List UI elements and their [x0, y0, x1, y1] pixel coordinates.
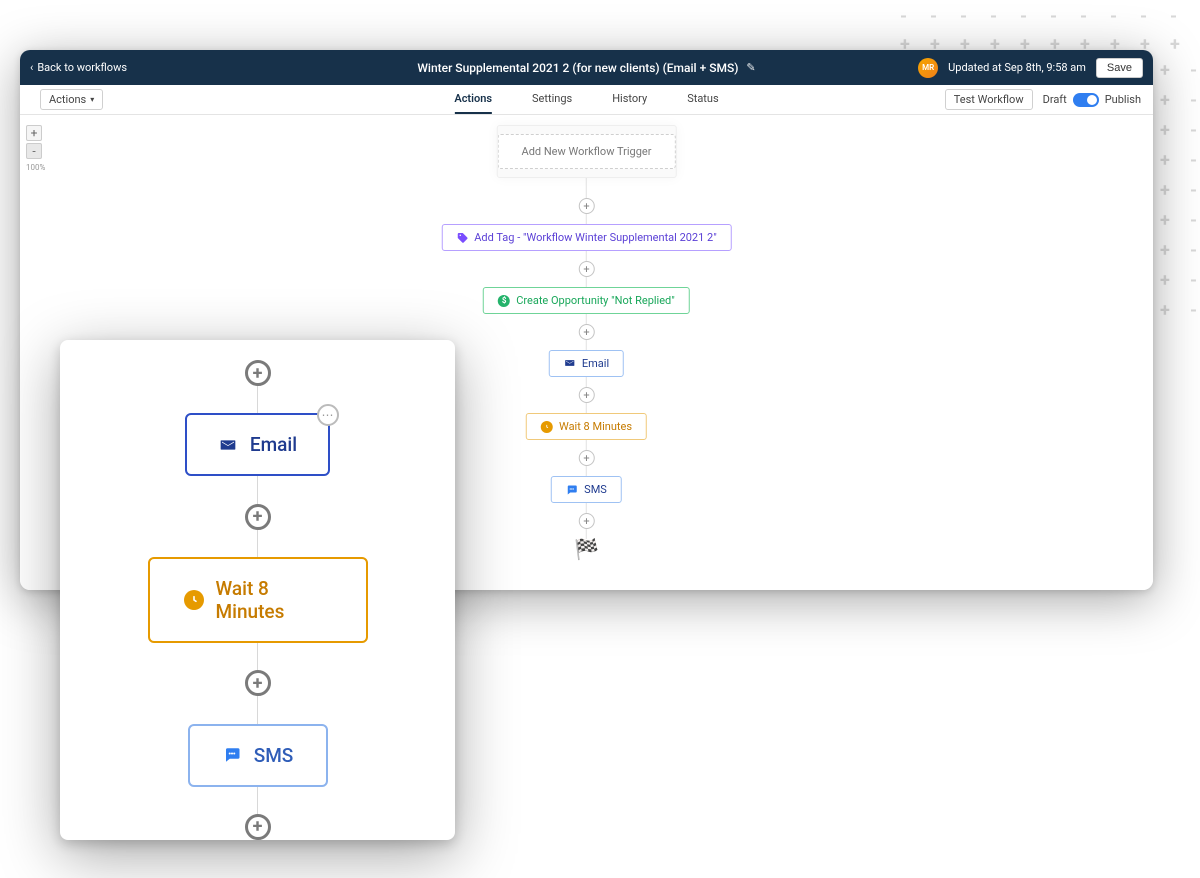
- connector-line: [586, 503, 587, 513]
- workflow-title: Winter Supplemental 2021 2 (for new clie…: [417, 61, 738, 75]
- actions-dropdown[interactable]: Actions ▾: [40, 89, 103, 110]
- sms-icon: [222, 745, 242, 765]
- add-trigger-button[interactable]: Add New Workflow Trigger: [497, 134, 675, 169]
- connector-line: [586, 214, 587, 224]
- zoom-node-sms[interactable]: SMS: [188, 724, 328, 787]
- add-step-button[interactable]: +: [578, 450, 594, 466]
- sms-icon: [566, 484, 578, 496]
- subnav-bar: Actions ▾ Actions Settings History Statu…: [20, 85, 1153, 115]
- tab-history[interactable]: History: [612, 85, 647, 114]
- zoom-in-button[interactable]: +: [26, 125, 42, 141]
- connector-line: [257, 530, 258, 557]
- node-label: Create Opportunity "Not Replied": [516, 294, 675, 307]
- tab-status[interactable]: Status: [687, 85, 718, 114]
- app-header: ‹ Back to workflows Winter Supplemental …: [20, 50, 1153, 85]
- trigger-container: Add New Workflow Trigger: [496, 125, 676, 178]
- zoom-percent: 100%: [26, 163, 45, 172]
- back-label: Back to workflows: [37, 61, 127, 74]
- clock-icon: [184, 590, 204, 610]
- add-step-button[interactable]: +: [578, 324, 594, 340]
- back-to-workflows-link[interactable]: ‹ Back to workflows: [30, 61, 127, 74]
- zoom-node-label: SMS: [254, 744, 294, 767]
- avatar[interactable]: MR: [918, 58, 938, 78]
- connector-line: [257, 696, 258, 723]
- connector-line: [586, 403, 587, 413]
- finish-flag-icon: 🏁: [574, 539, 599, 559]
- connector-line: [257, 476, 258, 503]
- workflow-flow: Add New Workflow Trigger + Add Tag - "Wo…: [441, 125, 731, 559]
- publish-toggle[interactable]: [1073, 93, 1099, 107]
- node-label: Add Tag - "Workflow Winter Supplemental …: [474, 231, 716, 244]
- node-email[interactable]: Email: [549, 350, 624, 377]
- connector-line: [257, 386, 258, 413]
- connector-line: [257, 643, 258, 670]
- publish-label: Publish: [1105, 93, 1141, 106]
- connector-line: [586, 314, 587, 324]
- node-label: Wait 8 Minutes: [559, 420, 632, 433]
- clock-icon: [541, 421, 553, 433]
- connector-line: [586, 277, 587, 287]
- mail-icon: [564, 358, 576, 370]
- draft-label: Draft: [1043, 93, 1067, 106]
- test-workflow-button[interactable]: Test Workflow: [945, 89, 1033, 110]
- connector-line: [586, 466, 587, 476]
- zoom-detail-card: + ⋯ Email + Wait 8 Minutes + SMS +: [60, 340, 455, 840]
- add-step-button-large[interactable]: +: [245, 504, 271, 530]
- zoom-node-email[interactable]: ⋯ Email: [185, 413, 330, 476]
- node-label: SMS: [584, 483, 607, 496]
- zoom-controls: + - 100%: [26, 125, 45, 172]
- tab-settings[interactable]: Settings: [532, 85, 572, 114]
- zoom-out-button[interactable]: -: [26, 143, 42, 159]
- node-menu-icon[interactable]: ⋯: [317, 404, 339, 426]
- node-sms[interactable]: SMS: [551, 476, 622, 503]
- add-step-button-large[interactable]: +: [245, 670, 271, 696]
- connector-line: [586, 377, 587, 387]
- tab-bar: Actions Settings History Status: [454, 85, 718, 114]
- chevron-down-icon: ▾: [90, 95, 94, 104]
- zoom-node-label: Email: [250, 433, 297, 456]
- node-create-opportunity[interactable]: $ Create Opportunity "Not Replied": [483, 287, 690, 314]
- add-step-button[interactable]: +: [578, 261, 594, 277]
- node-wait[interactable]: Wait 8 Minutes: [526, 413, 647, 440]
- tab-actions[interactable]: Actions: [454, 85, 492, 114]
- node-add-tag[interactable]: Add Tag - "Workflow Winter Supplemental …: [441, 224, 731, 251]
- mail-icon: [218, 435, 238, 455]
- edit-title-icon[interactable]: ✎: [746, 61, 755, 74]
- connector-line: [257, 787, 258, 814]
- connector-line: [586, 440, 587, 450]
- zoom-node-wait[interactable]: Wait 8 Minutes: [148, 557, 368, 643]
- dollar-icon: $: [498, 295, 510, 307]
- add-step-button-large[interactable]: +: [245, 814, 271, 840]
- avatar-initials: MR: [922, 63, 934, 72]
- updated-timestamp: Updated at Sep 8th, 9:58 am: [948, 61, 1086, 74]
- connector-line: [586, 340, 587, 350]
- add-step-button[interactable]: +: [578, 387, 594, 403]
- add-step-button[interactable]: +: [578, 198, 594, 214]
- connector-line: [586, 251, 587, 261]
- add-step-button[interactable]: +: [578, 513, 594, 529]
- tag-icon: [456, 232, 468, 244]
- connector-line: [586, 178, 587, 198]
- save-button[interactable]: Save: [1096, 58, 1143, 78]
- node-label: Email: [582, 357, 609, 370]
- actions-dropdown-label: Actions: [49, 93, 86, 106]
- chevron-left-icon: ‹: [30, 61, 33, 74]
- add-step-button-large[interactable]: +: [245, 360, 271, 386]
- zoom-node-label: Wait 8 Minutes: [216, 577, 332, 623]
